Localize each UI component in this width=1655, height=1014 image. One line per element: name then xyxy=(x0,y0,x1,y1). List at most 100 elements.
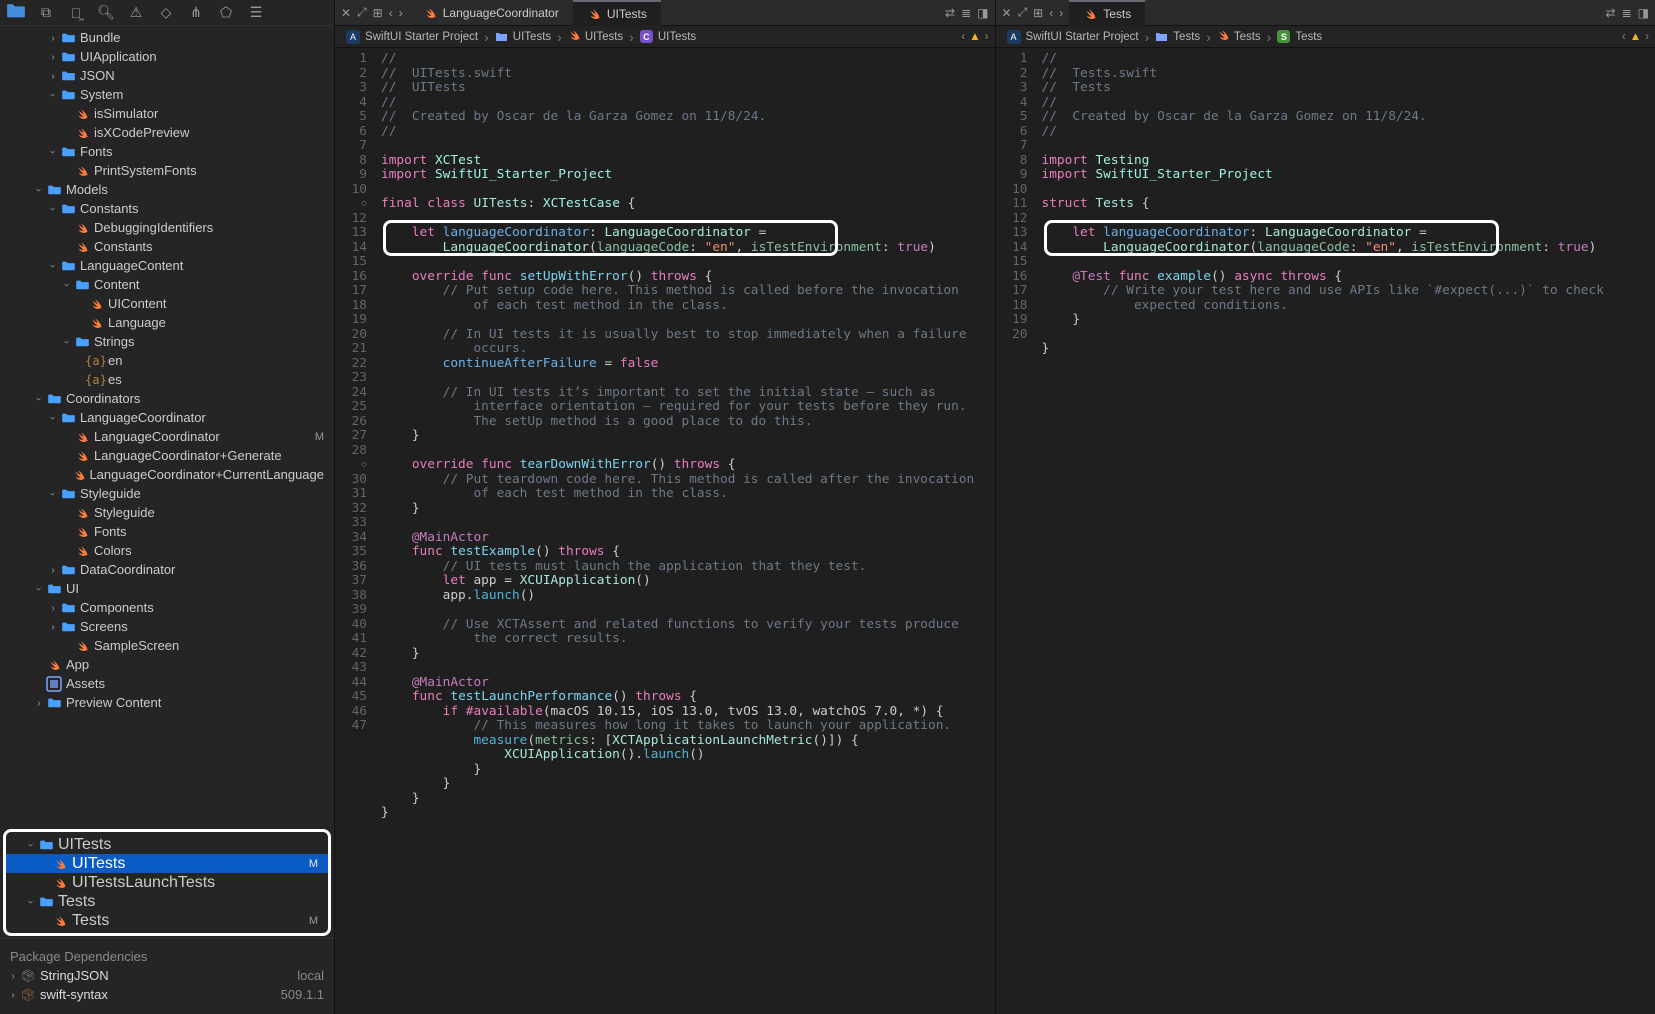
related-items-icon[interactable]: ⊞ xyxy=(373,6,383,20)
code-area-left[interactable]: 12345678910◇1213141516171819202122232425… xyxy=(335,48,995,1014)
tabbar-right: ✕ ⤢ ⊞ ‹ › Tests ⇄ ≣ ◨ xyxy=(996,0,1655,26)
tab-tests[interactable]: Tests xyxy=(1069,0,1145,26)
tree-row-preview-content[interactable]: ›Preview Content xyxy=(0,693,334,712)
find-icon[interactable]: 🔍︎ xyxy=(96,4,116,21)
next-issue-icon[interactable]: › xyxy=(985,31,989,43)
inspector-icon[interactable]: ◨ xyxy=(977,6,988,20)
tree-row-components[interactable]: ›Components xyxy=(0,598,334,617)
minimap-icon[interactable]: ≣ xyxy=(1622,6,1632,20)
expand-icon[interactable]: ⤢ xyxy=(357,5,367,20)
tree-row-bundle[interactable]: ›Bundle xyxy=(0,28,334,47)
tree-row-language[interactable]: Language xyxy=(0,313,334,332)
tree-row-coordinators[interactable]: ›Coordinators xyxy=(0,389,334,408)
tree-row-languagecontent[interactable]: ›LanguageContent xyxy=(0,256,334,275)
folder-icon xyxy=(1155,32,1168,42)
debug-nav-icon[interactable]: ⋔ xyxy=(186,4,206,21)
warning-nav-icon[interactable]: ⚠︎ xyxy=(126,4,146,21)
jumpbar-left[interactable]: ASwiftUI Starter Project › UITests › UIT… xyxy=(335,26,995,48)
editor-left: ✕ ⤢ ⊞ ‹ › LanguageCoordinatorUITests ⇄ ≣… xyxy=(335,0,996,1014)
tab-languagecoordinator[interactable]: LanguageCoordinator xyxy=(409,0,573,26)
tree-row-uitests[interactable]: UITestsM xyxy=(6,854,328,873)
minimap-icon[interactable]: ≣ xyxy=(961,6,971,20)
app-icon: A xyxy=(346,30,360,44)
breakpoint-icon[interactable]: ⬠ xyxy=(216,4,236,21)
tree-row-printsystemfonts[interactable]: PrintSystemFonts xyxy=(0,161,334,180)
prev-issue-icon[interactable]: ‹ xyxy=(961,31,965,43)
next-issue-icon[interactable]: › xyxy=(1645,31,1649,43)
chevron-left-icon[interactable]: ‹ xyxy=(389,6,393,20)
prev-issue-icon[interactable]: ‹ xyxy=(1622,31,1626,43)
editor-right: ✕ ⤢ ⊞ ‹ › Tests ⇄ ≣ ◨ ASwiftUI Starter P… xyxy=(996,0,1655,1014)
struct-icon: S xyxy=(1277,30,1290,43)
navigator-tree[interactable]: ›Bundle›UIApplication›JSON›SystemisSimul… xyxy=(0,26,334,827)
tree-row-uiapplication[interactable]: ›UIApplication xyxy=(0,47,334,66)
tree-row-ui[interactable]: ›UI xyxy=(0,579,334,598)
navigator-toolbar: ⧉ ◻᷿ 🔍︎ ⚠︎ ◇ ⋔ ⬠ ☰ xyxy=(0,0,334,26)
tree-row-debuggingidentifiers[interactable]: DebuggingIdentifiers xyxy=(0,218,334,237)
inspector-icon[interactable]: ◨ xyxy=(1638,6,1649,20)
app-icon: A xyxy=(1007,30,1021,44)
tree-row-tests[interactable]: ›Tests xyxy=(6,892,328,911)
tree-row-uitests[interactable]: ›UITests xyxy=(6,835,328,854)
tree-row-uicontent[interactable]: UIContent xyxy=(0,294,334,313)
tree-row-isxcodepreview[interactable]: isXCodePreview xyxy=(0,123,334,142)
tree-row-datacoordinator[interactable]: ›DataCoordinator xyxy=(0,560,334,579)
editors-split: ✕ ⤢ ⊞ ‹ › LanguageCoordinatorUITests ⇄ ≣… xyxy=(335,0,1655,1014)
tree-row-languagecoordinator-currentlanguage[interactable]: LanguageCoordinator+CurrentLanguage xyxy=(0,465,334,484)
code-area-right[interactable]: 1234567891011121314151617181920 //// Tes… xyxy=(996,48,1655,1014)
tree-row-strings[interactable]: ›Strings xyxy=(0,332,334,351)
tree-row-constants[interactable]: ›Constants xyxy=(0,199,334,218)
test-nav-icon[interactable]: ◇ xyxy=(156,4,176,21)
tree-row-styleguide[interactable]: ›Styleguide xyxy=(0,484,334,503)
bookmark-icon[interactable]: ◻᷿ xyxy=(66,5,86,21)
chevron-right-icon[interactable]: › xyxy=(399,6,403,20)
swift-icon xyxy=(568,29,580,44)
report-nav-icon[interactable]: ☰ xyxy=(246,4,266,21)
close-icon[interactable]: ✕ xyxy=(341,6,351,20)
tree-row-languagecoordinator[interactable]: LanguageCoordinatorM xyxy=(0,427,334,446)
tree-row-app[interactable]: App xyxy=(0,655,334,674)
tree-row-models[interactable]: ›Models xyxy=(0,180,334,199)
tree-row-languagecoordinator[interactable]: ›LanguageCoordinator xyxy=(0,408,334,427)
class-icon: C xyxy=(640,30,653,43)
dep-swift-syntax[interactable]: ›📦︎swift-syntax509.1.1 xyxy=(0,985,334,1004)
tree-row-system[interactable]: ›System xyxy=(0,85,334,104)
tabbar-left: ✕ ⤢ ⊞ ‹ › LanguageCoordinatorUITests ⇄ ≣… xyxy=(335,0,995,26)
project-navigator-icon[interactable] xyxy=(6,3,26,22)
swift-icon xyxy=(1217,29,1229,44)
jumpbar-right[interactable]: ASwiftUI Starter Project › Tests › Tests… xyxy=(996,26,1655,48)
tree-row-tests[interactable]: TestsM xyxy=(6,911,328,930)
source-control-icon[interactable]: ⧉ xyxy=(36,4,56,21)
folder-icon xyxy=(495,32,508,42)
tree-row-constants[interactable]: Constants xyxy=(0,237,334,256)
chevron-right-icon[interactable]: › xyxy=(1059,6,1063,20)
navigator-callout: ›UITestsUITestsMUITestsLaunchTests›Tests… xyxy=(3,829,331,936)
navigator-bottom: Package Dependencies ›📦︎StringJSONlocal›… xyxy=(0,938,334,1014)
tree-row-es[interactable]: {a}es xyxy=(0,370,334,389)
tree-row-fonts[interactable]: ›Fonts xyxy=(0,142,334,161)
tree-row-content[interactable]: ›Content xyxy=(0,275,334,294)
close-icon[interactable]: ✕ xyxy=(1002,6,1012,20)
tree-row-colors[interactable]: Colors xyxy=(0,541,334,560)
arrows-icon[interactable]: ⇄ xyxy=(945,6,955,20)
tree-row-json[interactable]: ›JSON xyxy=(0,66,334,85)
deps-header: Package Dependencies xyxy=(0,943,334,966)
tree-row-uitestslaunchtests[interactable]: UITestsLaunchTests xyxy=(6,873,328,892)
expand-icon[interactable]: ⤢ xyxy=(1018,5,1028,20)
chevron-left-icon[interactable]: ‹ xyxy=(1049,6,1053,20)
warning-icon[interactable]: ▲ xyxy=(969,31,980,43)
tree-row-languagecoordinator-generate[interactable]: LanguageCoordinator+Generate xyxy=(0,446,334,465)
tab-uitests[interactable]: UITests xyxy=(573,0,661,26)
related-items-icon[interactable]: ⊞ xyxy=(1033,6,1043,20)
tree-row-assets[interactable]: Assets xyxy=(0,674,334,693)
tree-row-issimulator[interactable]: isSimulator xyxy=(0,104,334,123)
tree-row-screens[interactable]: ›Screens xyxy=(0,617,334,636)
arrows-icon[interactable]: ⇄ xyxy=(1606,6,1616,20)
warning-icon[interactable]: ▲ xyxy=(1630,31,1641,43)
navigator-panel: ⧉ ◻᷿ 🔍︎ ⚠︎ ◇ ⋔ ⬠ ☰ ›Bundle›UIApplication… xyxy=(0,0,335,1014)
tree-row-samplescreen[interactable]: SampleScreen xyxy=(0,636,334,655)
tree-row-styleguide[interactable]: Styleguide xyxy=(0,503,334,522)
tree-row-fonts[interactable]: Fonts xyxy=(0,522,334,541)
dep-stringjson[interactable]: ›📦︎StringJSONlocal xyxy=(0,966,334,985)
tree-row-en[interactable]: {a}en xyxy=(0,351,334,370)
